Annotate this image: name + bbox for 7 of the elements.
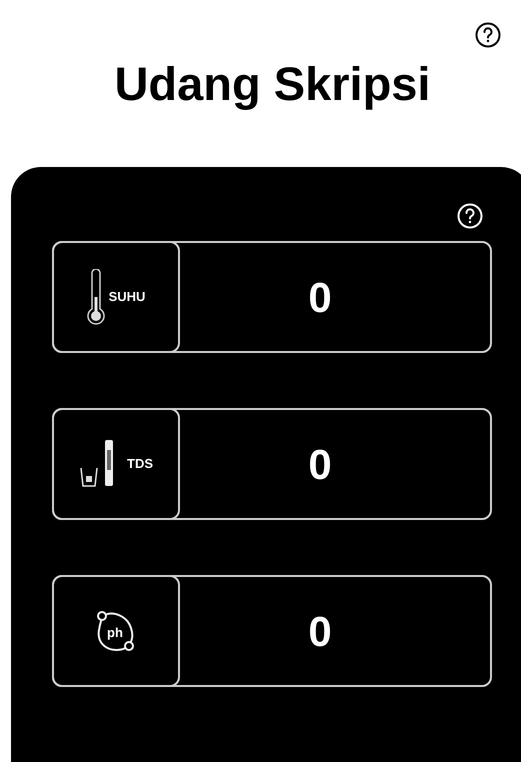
sensor-label: TDS <box>127 455 153 474</box>
thermometer-icon <box>86 269 105 325</box>
sensor-label: SUHU <box>108 288 146 306</box>
sensor-value: 0 <box>308 606 332 656</box>
sensor-value: 0 <box>308 272 332 322</box>
sensor-value: 0 <box>308 440 332 490</box>
help-icon[interactable] <box>475 22 501 48</box>
